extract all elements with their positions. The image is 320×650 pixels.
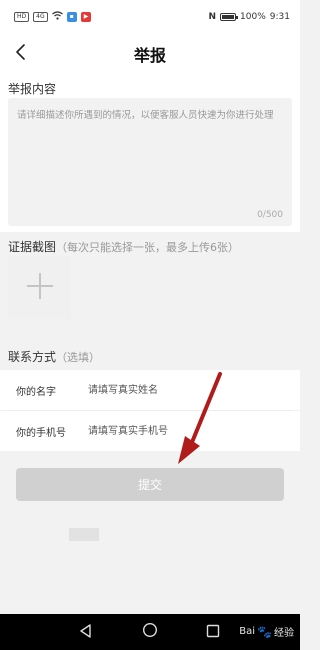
submit-button[interactable]: 提交 <box>16 468 284 501</box>
report-content-section: 举报内容 请详细描述你所遇到的情况，以便客服人员快速为你进行处理 0/500 <box>0 74 300 232</box>
back-button[interactable] <box>8 42 32 66</box>
contact-section: 联系方式（选填） 你的名字 你的手机号 <box>0 344 300 451</box>
phone-row: 你的手机号 <box>0 411 300 451</box>
evidence-title: 证据截图 <box>8 240 57 254</box>
network-badge: 4G <box>33 12 48 22</box>
report-placeholder: 请详细描述你所遇到的情况，以便客服人员快速为你进行处理 <box>17 110 274 121</box>
phone-label: 你的手机号 <box>16 427 66 439</box>
page-header: 举报 <box>0 34 300 74</box>
add-image-button[interactable] <box>8 256 71 319</box>
evidence-hint: （每次只能选择一张，最多上传6张） <box>56 241 240 254</box>
plus-icon <box>25 271 55 305</box>
baidu-jingyan-watermark: Bai 🐾 经验 <box>239 624 294 640</box>
status-bar: HD 4G ▪ ▶ N 100% 9:31 <box>0 0 300 34</box>
nav-home-button[interactable] <box>141 622 159 642</box>
placeholder-block <box>69 528 99 541</box>
triangle-back-icon <box>79 623 93 642</box>
hd-badge: HD <box>14 12 30 22</box>
name-label: 你的名字 <box>16 386 56 398</box>
contact-label: 联系方式（选填） <box>8 348 100 365</box>
system-nav-bar: Bai 🐾 经验 <box>0 614 300 650</box>
nav-back-button[interactable] <box>77 623 95 641</box>
square-recents-icon <box>206 623 220 642</box>
app-notify-icon: ▪ <box>66 12 77 22</box>
battery-percent: 100% <box>240 12 266 22</box>
contact-title: 联系方式 <box>8 350 57 364</box>
evidence-label: 证据截图（每次只能选择一张，最多上传6张） <box>8 238 239 255</box>
report-textarea[interactable]: 请详细描述你所遇到的情况，以便客服人员快速为你进行处理 0/500 <box>8 98 292 226</box>
name-input[interactable] <box>88 380 300 400</box>
char-counter: 0/500 <box>257 210 283 220</box>
evidence-section: 证据截图（每次只能选择一张，最多上传6张） <box>0 238 300 348</box>
nav-recents-button[interactable] <box>204 623 222 641</box>
watermark-text-b: 经验 <box>274 628 294 639</box>
video-app-icon: ▶ <box>80 12 92 22</box>
status-right: N 100% 9:31 <box>209 12 291 22</box>
circle-home-icon <box>142 622 158 642</box>
paw-icon: 🐾 <box>257 624 272 639</box>
wifi-icon <box>51 11 63 23</box>
name-row: 你的名字 <box>0 370 300 410</box>
nfc-icon: N <box>208 12 217 22</box>
status-left-icons: HD 4G ▪ ▶ <box>14 11 92 23</box>
battery-icon <box>220 13 239 21</box>
report-content-label: 举报内容 <box>8 82 57 96</box>
chevron-left-icon <box>14 43 26 65</box>
phone-input[interactable] <box>88 421 300 441</box>
status-time: 9:31 <box>269 12 290 22</box>
watermark-text-a: Bai <box>239 626 256 637</box>
contact-hint: （选填） <box>56 351 101 364</box>
page-title: 举报 <box>133 46 166 65</box>
